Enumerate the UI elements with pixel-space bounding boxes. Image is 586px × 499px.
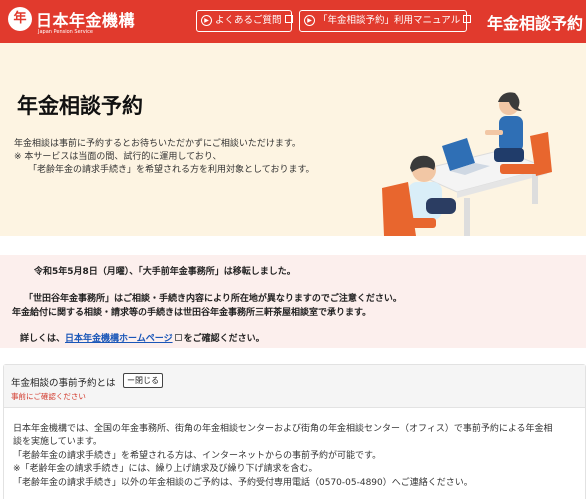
faq-button-label: よくあるご質問	[215, 15, 282, 26]
notice-line: 年金給付に関する相談・請求等の手続きは世田谷年金事務所三軒茶屋相談室で承ります。	[12, 308, 372, 318]
logo-subtitle: Japan Pension Service	[38, 29, 93, 35]
hero-line: 「老齢年金の請求手続き」を希望される方を利用対象としております。	[28, 165, 315, 175]
hero-banner: 年金相談予約 年金相談は事前に予約するとお待ちいただかずにご相談いただけます。 …	[0, 43, 586, 236]
notice-box: 令和5年5月8日（月曜）、「大手前年金事務所」は移転しました。 「世田谷年金事務…	[0, 255, 586, 348]
reservation-warning: 事前にご確認ください	[11, 392, 86, 401]
reservation-info-header: 年金相談の事前予約とは ー閉じる 事前にご確認ください	[4, 365, 585, 408]
site-logo[interactable]: 年 日本年金機構 Japan Pension Service	[8, 5, 158, 37]
body-line: ※「老齢年金の請求手続き」には、繰り上げ請求及び繰り下げ請求を含む。	[13, 464, 318, 475]
notice-line: 令和5年5月8日（月曜）、「大手前年金事務所」は移転しました。	[34, 267, 296, 277]
external-link-icon	[284, 15, 293, 23]
jps-homepage-link[interactable]: 日本年金機構ホームページ	[65, 334, 173, 344]
arrow-right-icon: ▶	[304, 15, 315, 26]
body-line: 「老齢年金の請求手続き」以外の年金相談のご予約は、予約受付専用電話（0570-0…	[13, 477, 473, 488]
external-link-icon	[463, 15, 472, 23]
header-page-title: 年金相談予約	[487, 14, 584, 33]
logo-mark-icon: 年	[8, 7, 32, 31]
site-header: 年 日本年金機構 Japan Pension Service ▶ よくあるご質問 …	[0, 0, 586, 43]
logo-title: 日本年金機構	[36, 11, 136, 30]
body-line: 「老齢年金の請求手続き」を希望される方は、インターネットからの事前予約が可能です…	[13, 450, 382, 461]
page-title: 年金相談予約	[17, 94, 143, 118]
reservation-info-panel: 年金相談の事前予約とは ー閉じる 事前にご確認ください 日本年金機構では、全国の…	[3, 364, 586, 499]
manual-button-label: 「年金相談予約」利用マニュアル	[318, 15, 461, 26]
hero-description: 年金相談は事前に予約するとお待ちいただかずにご相談いただけます。 ※ 本サービス…	[14, 138, 315, 177]
notice-prefix: 詳しくは、	[20, 334, 66, 344]
consultation-illustration	[382, 92, 552, 236]
hero-line: ※ 本サービスは当面の間、試行的に運用しており、	[14, 152, 222, 162]
faq-button[interactable]: ▶ よくあるご質問	[196, 10, 293, 32]
body-line: 談を実施しています。	[13, 437, 102, 448]
external-link-icon	[174, 334, 182, 341]
reservation-info-body: 日本年金機構では、全国の年金事務所、街角の年金相談センターおよび街角の年金相談セ…	[13, 423, 553, 490]
notice-line: 詳しくは、日本年金機構ホームページ をご確認ください。	[20, 331, 265, 344]
reservation-info-title: 年金相談の事前予約とは	[11, 378, 116, 389]
notice-suffix: をご確認ください。	[183, 334, 265, 344]
close-button[interactable]: ー閉じる	[123, 373, 163, 388]
hero-line: 年金相談は事前に予約するとお待ちいただかずにご相談いただけます。	[14, 139, 301, 149]
arrow-right-icon: ▶	[201, 15, 212, 26]
notice-line: 「世田谷年金事務所」はご相談・手続き内容により所在地が異なりますのでご注意くださ…	[24, 294, 402, 304]
manual-button[interactable]: ▶ 「年金相談予約」利用マニュアル	[299, 10, 472, 32]
body-line: 日本年金機構では、全国の年金事務所、街角の年金相談センターおよび街角の年金相談セ…	[13, 424, 553, 434]
